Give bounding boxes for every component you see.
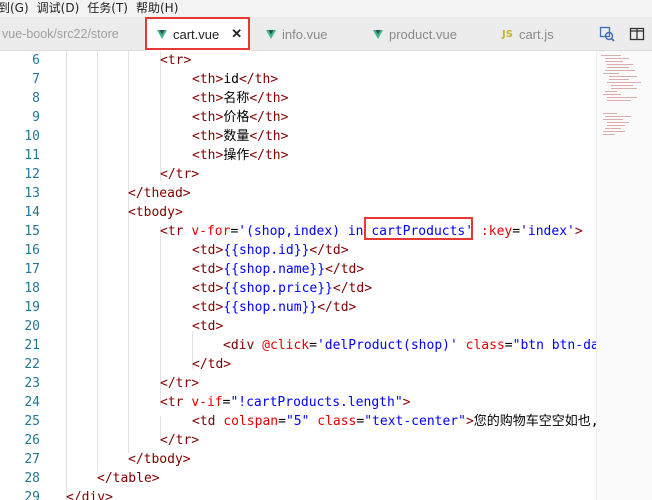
tab-cart-js[interactable]: JS cart.js [502, 17, 554, 51]
code-editor[interactable]: 6 7 8 9 10 11 12 13 14 15 16 17 18 19 20 21 22 23 24 25 26 27… [0, 51, 596, 500]
code-line[interactable]: </td> [192, 355, 231, 374]
tab-info-vue[interactable]: info.vue [266, 17, 328, 51]
code-line[interactable]: <tr> [160, 51, 191, 70]
code-line[interactable]: </thead> [128, 184, 191, 203]
vue-icon [266, 29, 276, 39]
code-line[interactable]: <td>{{shop.id}}</td> [192, 241, 349, 260]
vue-icon [157, 29, 167, 39]
minimap-line [607, 82, 641, 83]
code-line[interactable]: <th>操作</th> [192, 146, 288, 165]
minimap-line [607, 122, 629, 123]
minimap-line [607, 100, 631, 101]
tab-label: cart.js [518, 26, 554, 42]
tab-label: product.vue [389, 26, 457, 42]
minimap-line [607, 125, 625, 126]
menu-bar: 到(G) 调试(D) 任务(T) 帮助(H) [0, 0, 652, 17]
minimap-line [607, 97, 637, 98]
vue-icon [373, 29, 383, 39]
minimap[interactable] [596, 51, 652, 500]
code-line[interactable]: <td>{{shop.price}}</td> [192, 279, 372, 298]
editor-actions [592, 17, 652, 51]
minimap-line [605, 58, 629, 59]
code-line[interactable]: </tr> [160, 431, 199, 450]
tab-label: info.vue [282, 26, 328, 42]
minimap-line [607, 67, 629, 68]
menu-goto[interactable]: 到(G) [0, 0, 37, 17]
tab-cart-vue[interactable]: cart.vue ✕ [145, 17, 250, 51]
code-line[interactable]: <th>价格</th> [192, 108, 288, 127]
code-line[interactable]: </tbody> [128, 450, 191, 469]
js-icon: JS [502, 28, 513, 40]
minimap-line [605, 91, 617, 92]
menu-tasks[interactable]: 任务(T) [87, 0, 136, 17]
code-line[interactable]: </tr> [160, 374, 199, 393]
tab-bar: vue-book/src22/store cart.vue ✕ info.vue… [0, 17, 652, 51]
minimap-line [605, 128, 621, 129]
code-line[interactable]: <th>id</th> [192, 70, 278, 89]
code-line[interactable]: <th>数量</th> [192, 127, 288, 146]
code-line[interactable]: <tr v-if="!cartProducts.length"> [160, 393, 410, 412]
split-compare-icon[interactable] [592, 17, 622, 51]
menu-debug[interactable]: 调试(D) [37, 0, 88, 17]
code-lines[interactable]: <tr> <th>id</th> <th>名称</th> <th>价格</th> <th… [0, 51, 596, 500]
minimap-line [611, 88, 637, 89]
breadcrumb[interactable]: vue-book/src22/store [0, 17, 142, 51]
minimap-line [605, 116, 631, 117]
close-icon[interactable]: ✕ [231, 26, 242, 42]
minimap-line [605, 61, 623, 62]
code-line[interactable]: </div> [66, 488, 113, 500]
minimap-line [601, 55, 621, 56]
tab-label: cart.vue [173, 26, 220, 42]
minimap-line [603, 131, 625, 132]
minimap-line [603, 134, 615, 135]
code-line[interactable]: <tbody> [128, 203, 183, 222]
minimap-line [605, 70, 635, 71]
tab-product-vue[interactable]: product.vue [373, 17, 457, 51]
code-line[interactable]: <div @click='delProduct(shop)' class="bt… [223, 336, 596, 355]
code-line[interactable]: <th>名称</th> [192, 89, 288, 108]
code-line[interactable]: </tr> [160, 165, 199, 184]
minimap-line [603, 113, 617, 114]
minimap-line [603, 119, 623, 120]
code-line[interactable]: <td>{{shop.name}}</td> [192, 260, 364, 279]
minimap-line [603, 94, 621, 95]
minimap-line [603, 73, 619, 74]
code-line[interactable]: <td colspan="5" class="text-center">您的购物… [192, 412, 596, 431]
code-line[interactable]: </table> [97, 469, 160, 488]
minimap-line [607, 64, 633, 65]
minimap-line [611, 85, 633, 86]
code-line[interactable]: <td> [192, 317, 223, 336]
minimap-line [609, 76, 637, 77]
code-line[interactable]: <tr v-for='(shop,index) in cartProducts'… [160, 222, 583, 241]
code-line[interactable]: <td>{{shop.num}}</td> [192, 298, 356, 317]
menu-help[interactable]: 帮助(H) [136, 0, 186, 17]
minimap-line [609, 79, 629, 80]
split-editor-icon[interactable] [622, 17, 652, 51]
